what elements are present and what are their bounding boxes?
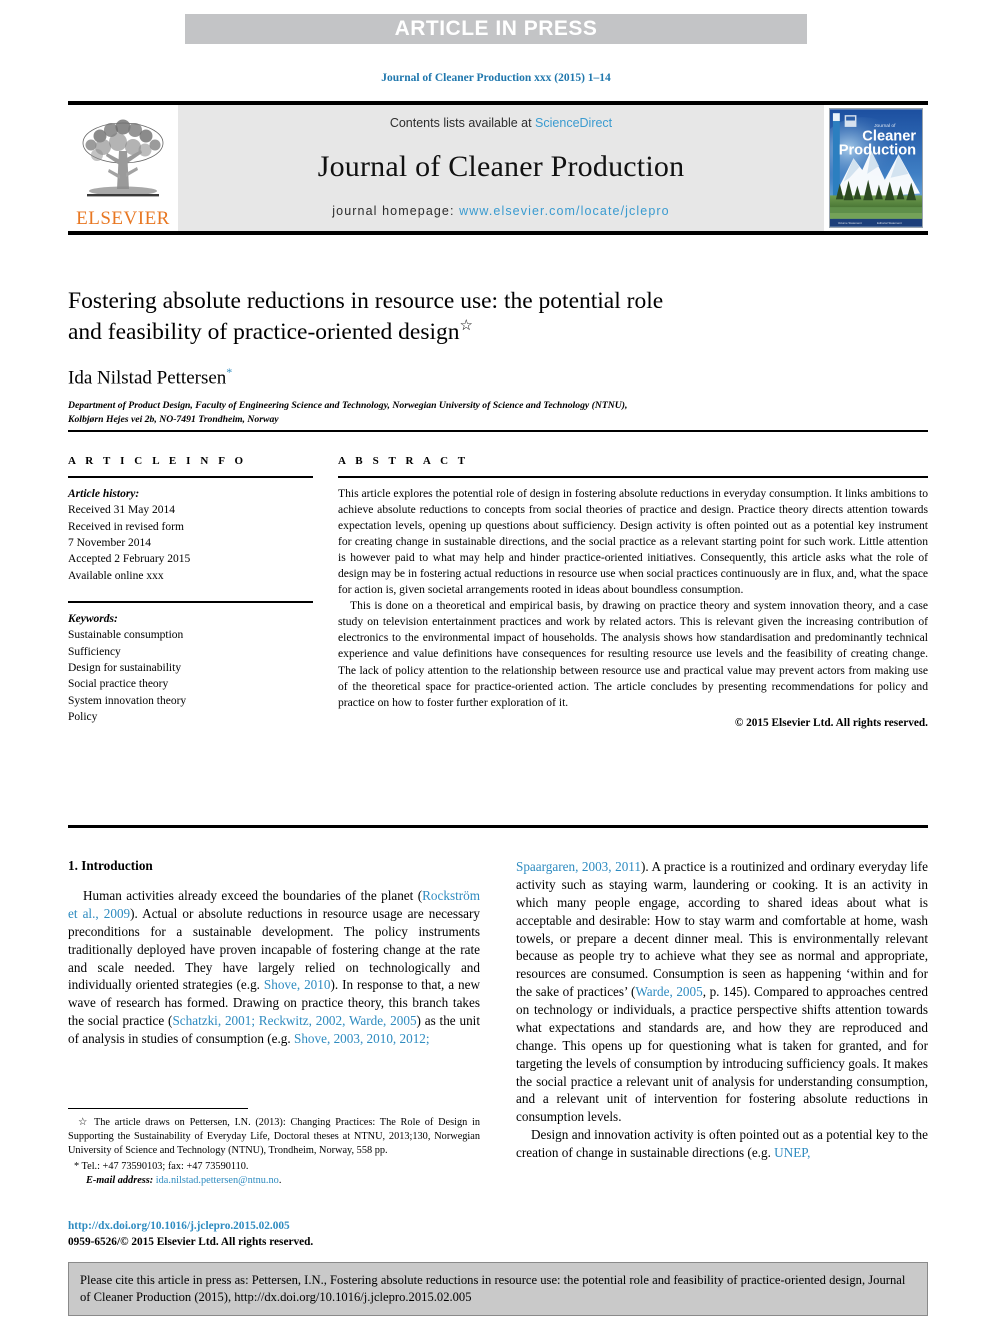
journal-cover-artwork: Journal of Cleaner Production Volume Sta… <box>830 109 922 227</box>
keyword-item: Design for sustainability <box>68 661 182 674</box>
intro-paragraph-right-2: Design and innovation activity is often … <box>516 1126 928 1162</box>
abstract-copyright: © 2015 Elsevier Ltd. All rights reserved… <box>734 716 928 729</box>
abstract-paragraph-2: This is done on a theoretical and empiri… <box>338 599 928 709</box>
sciencedirect-link[interactable]: ScienceDirect <box>535 116 612 130</box>
abstract-column: A B S T R A C T This article explores th… <box>313 455 928 729</box>
keyword-item: Sustainable consumption <box>68 629 184 642</box>
footnote-star: ☆ The article draws on Pettersen, I.N. (… <box>68 1116 480 1159</box>
info-abstract-region: A R T I C L E I N F O Article history: R… <box>68 455 928 729</box>
citation-warde-2005[interactable]: Warde, 2005 <box>635 984 702 999</box>
footnotes-region: ☆ The article draws on Pettersen, I.N. (… <box>68 1116 480 1188</box>
history-item: Available online xxx <box>68 569 164 582</box>
history-item: Accepted 2 February 2015 <box>68 553 191 566</box>
keyword-item: Sufficiency <box>68 645 121 658</box>
journal-cover-thumbnail: Journal of Cleaner Production Volume Sta… <box>824 105 928 231</box>
footnote-star-marker: ☆ <box>78 1117 90 1128</box>
svg-text:Editorial Statement: Editorial Statement <box>877 221 902 225</box>
article-info-heading: A R T I C L E I N F O <box>68 455 247 467</box>
doi-block: http://dx.doi.org/10.1016/j.jclepro.2015… <box>68 1219 480 1251</box>
keywords-label: Keywords: <box>68 612 118 625</box>
journal-masthead: ELSEVIER Contents lists available at Sci… <box>68 101 928 235</box>
citation-shove-2010[interactable]: Shove, 2010 <box>264 977 331 992</box>
journal-homepage-prefix: journal homepage: <box>332 204 460 218</box>
citation-shove-multi[interactable]: Shove, 2003, 2010, 2012; <box>294 1031 430 1046</box>
footnote-divider <box>68 1108 248 1109</box>
svg-text:Volume Statement: Volume Statement <box>838 221 862 225</box>
paper-title-line2: and feasibility of practice-oriented des… <box>68 318 460 345</box>
abstract-heading: A B S T R A C T <box>338 455 469 467</box>
article-info-column: A R T I C L E I N F O Article history: R… <box>68 455 313 729</box>
issn-copyright-line: 0959-6526/© 2015 Elsevier Ltd. All right… <box>68 1235 314 1248</box>
abstract-paragraph-1: This article explores the potential role… <box>338 487 928 597</box>
cover-line3: Production <box>839 142 916 158</box>
journal-homepage-line: journal homepage: www.elsevier.com/locat… <box>332 204 669 218</box>
keyword-item: System innovation theory <box>68 694 187 707</box>
author-email-link[interactable]: ida.nilstad.pettersen@ntnu.no <box>156 1175 279 1186</box>
journal-reference-line: Journal of Cleaner Production xxx (2015)… <box>381 72 611 84</box>
keywords-divider <box>68 600 313 603</box>
author-name: Ida Nilstad Pettersen <box>68 367 227 389</box>
right-text-b: , p. 145). Compared to approaches centre… <box>516 984 928 1125</box>
affiliation-line1: Department of Product Design, Faculty of… <box>68 400 628 412</box>
article-history-list: Received 31 May 2014 Received in revised… <box>68 502 313 584</box>
right-text-p2a: Design and innovation activity is often … <box>516 1127 928 1160</box>
history-item: Received in revised form <box>68 520 184 533</box>
citation-spaargaren[interactable]: Spaargaren, 2003, 2011 <box>516 859 641 874</box>
section-title-introduction: 1. Introduction <box>68 858 153 873</box>
journal-homepage-link[interactable]: www.elsevier.com/locate/jclepro <box>459 204 670 218</box>
footnote-email-suffix: . <box>278 1174 282 1186</box>
abstract-divider <box>338 476 928 478</box>
corresponding-author-marker[interactable]: * <box>226 365 232 379</box>
masthead-center: Contents lists available at ScienceDirec… <box>178 105 824 231</box>
please-cite-box: Please cite this article in press as: Pe… <box>68 1262 928 1317</box>
affiliation-line2: Kolbjørn Hejes vei 2b, NO-7491 Trondheim… <box>68 414 279 426</box>
history-item: Received 31 May 2014 <box>68 504 175 517</box>
contents-lists-line: Contents lists available at ScienceDirec… <box>390 116 612 130</box>
author-name-line: Ida Nilstad Pettersen* <box>68 365 928 389</box>
footnote-tel: * Tel.: +47 73590103; fax: +47 73590110. <box>68 1160 480 1174</box>
elsevier-tree-icon <box>82 119 164 197</box>
article-history-label: Article history: <box>68 488 140 500</box>
contents-lists-prefix: Contents lists available at <box>389 116 536 130</box>
right-text-a: ). A practice is a routinized and ordina… <box>516 859 928 1000</box>
footnote-star-text: The article draws on Pettersen, I.N. (20… <box>68 1117 480 1157</box>
intro-paragraph-right-1: Spaargaren, 2003, 2011). A practice is a… <box>516 858 928 1126</box>
keywords-list: Sustainable consumption Sufficiency Desi… <box>68 627 313 725</box>
citation-schatzki-reckwitz-warde[interactable]: Schatzki, 2001; Reckwitz, 2002, Warde, 2… <box>172 1013 416 1028</box>
elsevier-logo: ELSEVIER <box>68 105 178 231</box>
footnote-email-label: E-mail address: <box>86 1174 154 1186</box>
footnote-email: E-mail address: ida.nilstad.pettersen@nt… <box>68 1174 480 1188</box>
elsevier-wordmark: ELSEVIER <box>76 208 170 229</box>
title-block: Fostering absolute reductions in resourc… <box>68 286 928 428</box>
page-title: Fostering absolute reductions in resourc… <box>68 286 928 347</box>
keyword-item: Social practice theory <box>68 678 169 691</box>
footnote-tel-marker: * <box>74 1160 80 1172</box>
intro-text-a: Human activities already exceed the boun… <box>83 888 423 903</box>
please-cite-text: Please cite this article in press as: Pe… <box>80 1273 906 1304</box>
keyword-item: Policy <box>68 710 98 723</box>
title-footnote-marker[interactable]: ☆ <box>460 318 473 334</box>
citation-unep[interactable]: UNEP, <box>774 1145 810 1160</box>
divider-above-article-info <box>68 430 928 432</box>
article-in-press-label: ARTICLE IN PRESS <box>394 17 598 40</box>
paper-title-line1: Fostering absolute reductions in resourc… <box>68 288 664 314</box>
author-affiliation: Department of Product Design, Faculty of… <box>68 399 928 427</box>
doi-link[interactable]: http://dx.doi.org/10.1016/j.jclepro.2015… <box>68 1219 480 1235</box>
journal-title: Journal of Cleaner Production <box>317 150 685 183</box>
footnote-tel-text: Tel.: +47 73590103; fax: +47 73590110. <box>81 1160 249 1172</box>
history-item: 7 November 2014 <box>68 536 152 549</box>
article-info-divider <box>68 476 313 478</box>
body-column-right: Spaargaren, 2003, 2011). A practice is a… <box>516 858 928 1162</box>
intro-paragraph-left: Human activities already exceed the boun… <box>68 887 480 1048</box>
article-in-press-banner: ARTICLE IN PRESS <box>185 14 807 44</box>
divider-below-abstract <box>68 825 928 828</box>
journal-cover-image: Journal of Cleaner Production Volume Sta… <box>829 108 923 228</box>
